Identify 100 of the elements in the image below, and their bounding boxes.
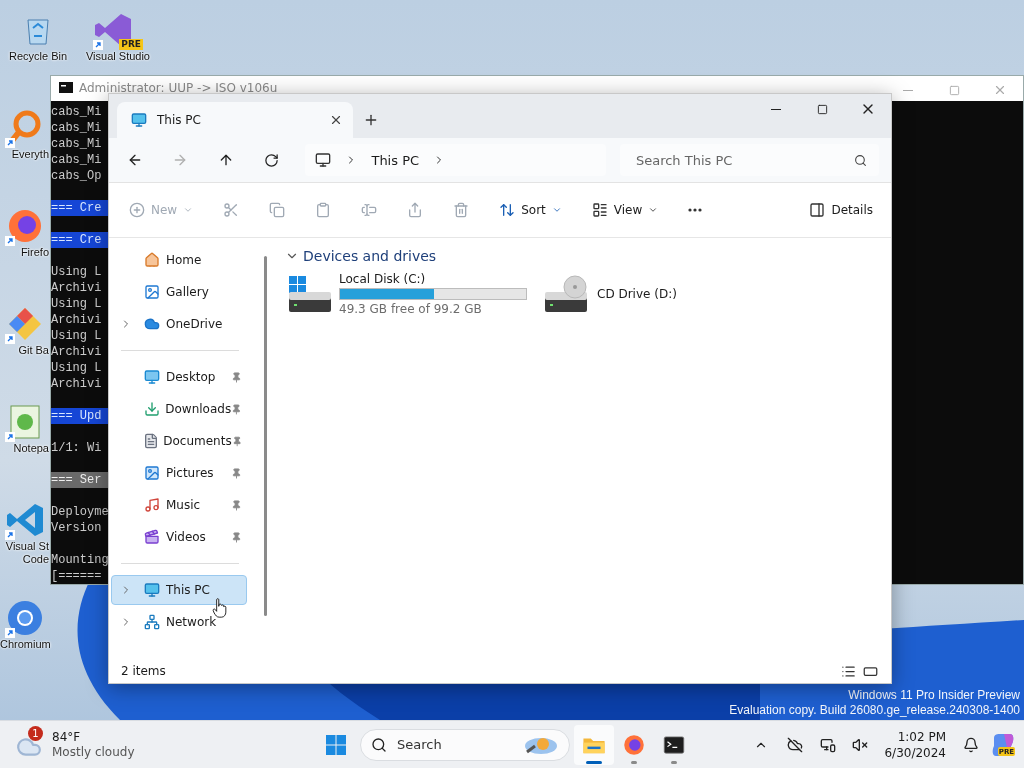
document-icon [142, 433, 159, 449]
console-line: Archivi [51, 280, 103, 296]
console-line: 1/1: Wi [51, 440, 103, 456]
console-line: cabs_Mi [51, 120, 103, 136]
nav-item[interactable]: Documents [111, 426, 247, 456]
windows-logo-icon [326, 734, 346, 755]
trash-icon [453, 202, 470, 218]
console-line: Version [51, 520, 103, 536]
scissors-icon [223, 202, 240, 218]
console-line: Archivi [51, 376, 103, 392]
console-line: Archivi [51, 312, 103, 328]
console-line: cabs_Mi [51, 136, 103, 152]
breadcrumb-item[interactable]: This PC [371, 152, 420, 168]
window-title: Administrator: UUP -> ISO v106u [79, 82, 278, 95]
desktop-icon-label: Notepa [12, 442, 49, 455]
search-icon [854, 153, 868, 167]
volume-muted-icon [852, 736, 869, 753]
console-line: Archivi [51, 344, 103, 360]
nav-item[interactable]: Videos [111, 522, 247, 552]
disc-drive-icon [543, 274, 589, 314]
desktop-icon-label: Chromium [0, 638, 49, 651]
address-bar[interactable]: This PC [305, 144, 606, 176]
copy-icon [269, 202, 286, 218]
console-line: Using L [51, 264, 103, 280]
drive-item[interactable]: Local Disk (C:) 49.3 GB free of 99.2 GB [285, 272, 527, 316]
nav-item[interactable]: Network [111, 607, 247, 637]
notification-badge: 1 [28, 725, 43, 741]
drive-name: Local Disk (C:) [339, 272, 427, 286]
monitor-icon [315, 152, 332, 168]
nav-item[interactable]: Home [111, 245, 247, 275]
nav-item[interactable]: Pictures [111, 458, 247, 488]
details-pane-icon [809, 202, 826, 218]
desktop-icon-label: Visual Studio [86, 50, 150, 63]
desktop-icon-label: Everyth [10, 148, 49, 161]
cloud-off-icon [787, 736, 804, 753]
home-icon [144, 252, 160, 268]
desktop-icon-label: Git Ba [17, 344, 49, 357]
cloud-icon [144, 316, 160, 332]
drive-space-text: 49.3 GB free of 99.2 GB [339, 302, 483, 316]
taskbar-search-field[interactable]: Search [395, 736, 509, 753]
monitor-icon [131, 112, 147, 128]
temperature: 84°F [52, 729, 82, 745]
clock[interactable]: 1:02 PM 6/30/2024 [878, 728, 952, 761]
monitor-icon [144, 369, 160, 385]
plus-circle-icon [129, 202, 145, 218]
drive-item[interactable]: CD Drive (D:) [541, 272, 783, 316]
desktop-icon-label: Visual St Code [4, 540, 49, 566]
desktop-icon-label: Recycle Bin [8, 50, 68, 63]
close-tab-icon[interactable] [329, 113, 343, 127]
maximize-icon [816, 103, 828, 115]
taskbar-app-button[interactable] [574, 724, 614, 765]
view-button[interactable]: View [583, 194, 667, 226]
share-icon [407, 202, 424, 218]
app-shortcut-icon[interactable] [4, 598, 45, 638]
console-line: [====== [51, 568, 103, 584]
item-count: 2 items [121, 664, 167, 678]
minimize-icon [903, 89, 913, 91]
bell-icon [963, 736, 979, 753]
details-button[interactable]: Details [801, 194, 881, 226]
drive-name: CD Drive (D:) [597, 287, 677, 301]
close-icon [993, 83, 1007, 97]
more-icon [688, 208, 703, 212]
picture-icon [144, 465, 160, 481]
rename-icon [361, 202, 378, 218]
search-icon [371, 736, 387, 753]
nav-item[interactable]: Music [111, 490, 247, 520]
console-line: Using L [51, 296, 103, 312]
console-line: Mounting [51, 552, 109, 568]
search-field[interactable]: Search This PC [633, 151, 855, 169]
system-drive-icon [287, 274, 331, 314]
nav-item[interactable]: Downloads [111, 394, 247, 424]
gallery-icon [144, 284, 160, 300]
nav-item[interactable]: OneDrive [111, 309, 247, 339]
taskbar-search-box[interactable]: Search [360, 728, 570, 761]
scrollbar-thumb[interactable] [263, 256, 267, 616]
arrow-up-icon [218, 152, 234, 168]
console-line: cabs_Mi [51, 104, 103, 120]
nav-item[interactable]: Gallery [111, 277, 247, 307]
nav-item[interactable]: Desktop [111, 362, 247, 392]
video-icon [144, 529, 160, 545]
group-header[interactable]: Devices and drives [285, 248, 437, 264]
maximize-icon [948, 84, 960, 96]
console-line: cabs_Op [51, 168, 103, 184]
minimize-icon [771, 108, 781, 110]
list-icon [840, 663, 856, 679]
tab[interactable]: This PC [117, 102, 353, 138]
console-line: Deployme [51, 504, 109, 520]
console-line: cabs_Mi [51, 152, 103, 168]
sort-button[interactable]: Sort [491, 194, 570, 226]
view-list-icon [591, 202, 608, 218]
sort-arrows-icon [499, 202, 516, 218]
console-icon [59, 82, 73, 93]
weather-condition: Mostly cloudy [52, 744, 135, 760]
monitor-icon [144, 582, 160, 598]
music-note-icon [144, 497, 160, 513]
download-icon [143, 401, 160, 417]
console-line: Using L [51, 360, 103, 376]
watermark-text: Windows 11 Pro Insider Preview [848, 688, 1020, 703]
search-box[interactable]: Search This PC [619, 144, 880, 176]
nav-item[interactable]: This PC [111, 575, 247, 605]
